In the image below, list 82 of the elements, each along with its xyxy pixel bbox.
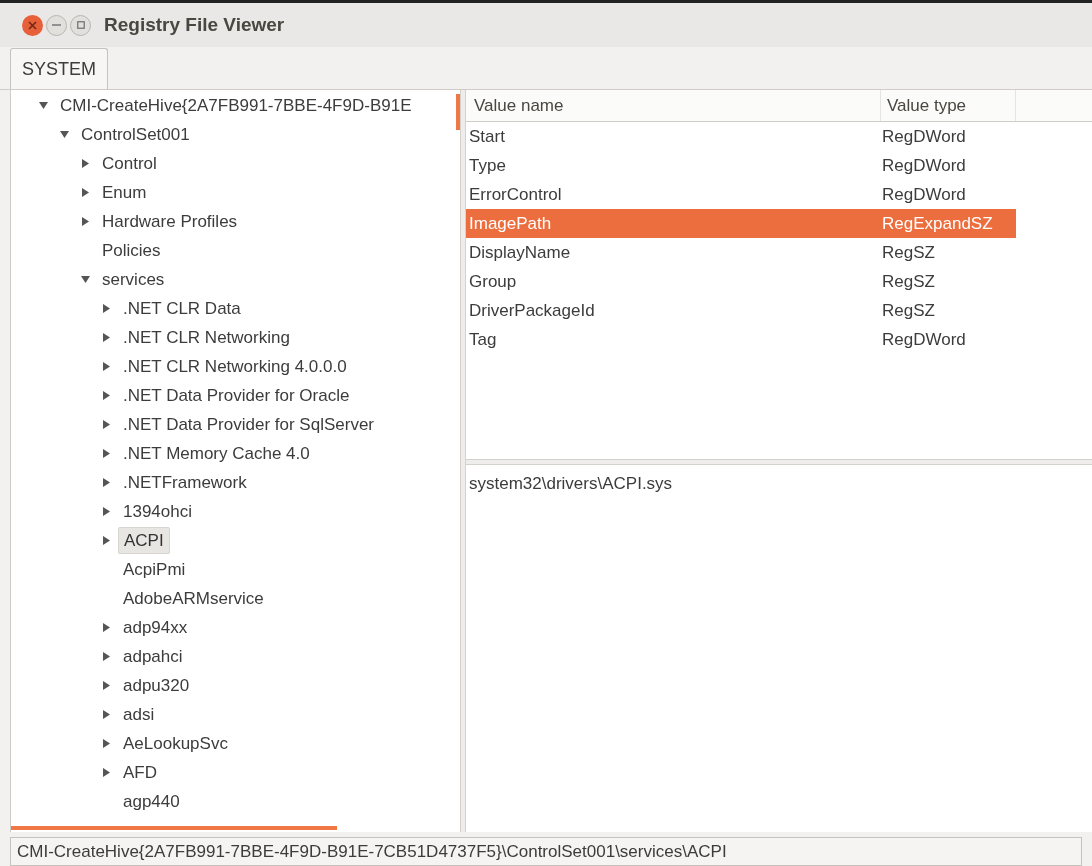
table-cell-text: RegDWord [881, 328, 967, 351]
tree-item[interactable]: adpu320 [123, 672, 190, 699]
tree-item[interactable]: .NET CLR Networking [123, 324, 290, 351]
tree-item[interactable]: AdobeARMservice [123, 585, 264, 612]
tree-item[interactable]: CMI-CreateHive{2A7FB991-7BBE-4F9D-B91E [60, 92, 412, 119]
table-row[interactable]: ErrorControl RegDWord [466, 180, 1016, 209]
collapsed-arrow-icon[interactable] [102, 449, 111, 458]
table-row[interactable]: DriverPackageId RegSZ [466, 296, 1016, 325]
tab[interactable]: SYSTEM [10, 48, 108, 89]
table-row[interactable]: Type RegDWord [466, 151, 1016, 180]
table-cell-text: RegExpandSZ [881, 212, 994, 235]
tree-item[interactable]: Hardware Profiles [102, 208, 238, 235]
maximize-icon [76, 21, 85, 29]
collapsed-arrow-icon[interactable] [102, 536, 111, 545]
collapsed-arrow-icon[interactable] [102, 391, 111, 400]
table-row[interactable]: Start RegDWord [466, 122, 1016, 151]
collapsed-arrow-icon[interactable] [102, 739, 111, 748]
tree-item[interactable]: .NET Data Provider for Oracle [123, 382, 350, 409]
status-bar: CMI-CreateHive{2A7FB991-7BBE-4F9D-B91E-7CB51D4737F5}\ControlSet001\services\ACPI [10, 837, 1082, 866]
tree-item[interactable]: adpahci [123, 643, 183, 670]
window-title: Registry File Viewer [104, 12, 285, 37]
tree-item[interactable]: Enum [102, 179, 147, 206]
collapsed-arrow-icon[interactable] [102, 623, 111, 632]
close-icon [28, 20, 37, 30]
expanded-arrow-icon[interactable] [39, 101, 48, 110]
tree-item[interactable]: Policies [102, 237, 161, 264]
close-button[interactable] [22, 14, 43, 36]
tree-item[interactable]: .NET Memory Cache 4.0 [123, 440, 310, 467]
collapsed-arrow-icon[interactable] [102, 478, 111, 487]
table-cell-text: RegSZ [881, 241, 936, 264]
table-cell-text: RegDWord [881, 154, 967, 177]
tree-item[interactable]: 1394ohci [123, 498, 192, 525]
tree-item[interactable]: AeLookupSvc [123, 730, 228, 757]
collapsed-arrow-icon[interactable] [102, 420, 111, 429]
tree-item[interactable]: services [102, 266, 165, 293]
tree-item[interactable]: Control [102, 150, 157, 177]
expanded-arrow-icon[interactable] [81, 275, 90, 284]
tree-item[interactable]: ControlSet001 [81, 121, 190, 148]
table-cell-text: Type [468, 154, 507, 177]
table-cell-text: RegSZ [881, 299, 936, 322]
column-header[interactable]: Value type [881, 90, 1016, 121]
tree-item[interactable]: adp94xx [123, 614, 188, 641]
tree-item[interactable]: .NET CLR Data [123, 295, 241, 322]
collapsed-arrow-icon[interactable] [102, 304, 111, 313]
tree-item[interactable]: .NET Data Provider for SqlServer [123, 411, 374, 438]
table-row[interactable]: DisplayName RegSZ [466, 238, 1016, 267]
column-header[interactable]: Value name [466, 90, 881, 121]
tree-item[interactable]: adsi [123, 701, 155, 728]
tree-item[interactable]: AcpiPmi [123, 556, 186, 583]
value-data-text: system32\drivers\ACPI.sys [469, 474, 673, 493]
collapsed-arrow-icon[interactable] [102, 333, 111, 342]
collapsed-arrow-icon[interactable] [81, 217, 90, 226]
table-cell-text: RegSZ [881, 270, 936, 293]
table-cell-text: RegDWord [881, 125, 967, 148]
table-cell-text: ImagePath [468, 212, 553, 235]
collapsed-arrow-icon[interactable] [102, 507, 111, 516]
collapsed-arrow-icon[interactable] [81, 188, 90, 197]
table-cell-text: Start [468, 125, 506, 148]
maximize-button[interactable] [70, 14, 91, 36]
tree-item[interactable]: AFD [123, 759, 157, 786]
expanded-arrow-icon[interactable] [60, 130, 69, 139]
collapsed-arrow-icon[interactable] [81, 159, 90, 168]
tree-item[interactable]: .NET CLR Networking 4.0.0.0 [123, 353, 347, 380]
table-cell-text: RegDWord [881, 183, 967, 206]
table-cell-text: DisplayName [468, 241, 572, 264]
table-row[interactable]: Tag RegDWord [466, 325, 1016, 354]
table-cell-text: Group [468, 270, 518, 293]
table-cell-text: DriverPackageId [468, 299, 596, 322]
collapsed-arrow-icon[interactable] [102, 681, 111, 690]
table-cell-text: Tag [468, 328, 498, 351]
tree-item[interactable]: ACPI [118, 526, 170, 555]
collapsed-arrow-icon[interactable] [102, 768, 111, 777]
vertical-scrollbar[interactable] [456, 94, 460, 130]
horizontal-scrollbar[interactable] [11, 826, 337, 830]
tree-item[interactable]: agp440 [123, 788, 180, 815]
collapsed-arrow-icon[interactable] [102, 710, 111, 719]
table-cell-text: ErrorControl [468, 183, 563, 206]
tree-item[interactable]: .NETFramework [123, 469, 247, 496]
table-row[interactable]: Group RegSZ [466, 267, 1016, 296]
collapsed-arrow-icon[interactable] [102, 362, 111, 371]
minimize-icon [52, 24, 61, 26]
collapsed-arrow-icon[interactable] [102, 652, 111, 661]
